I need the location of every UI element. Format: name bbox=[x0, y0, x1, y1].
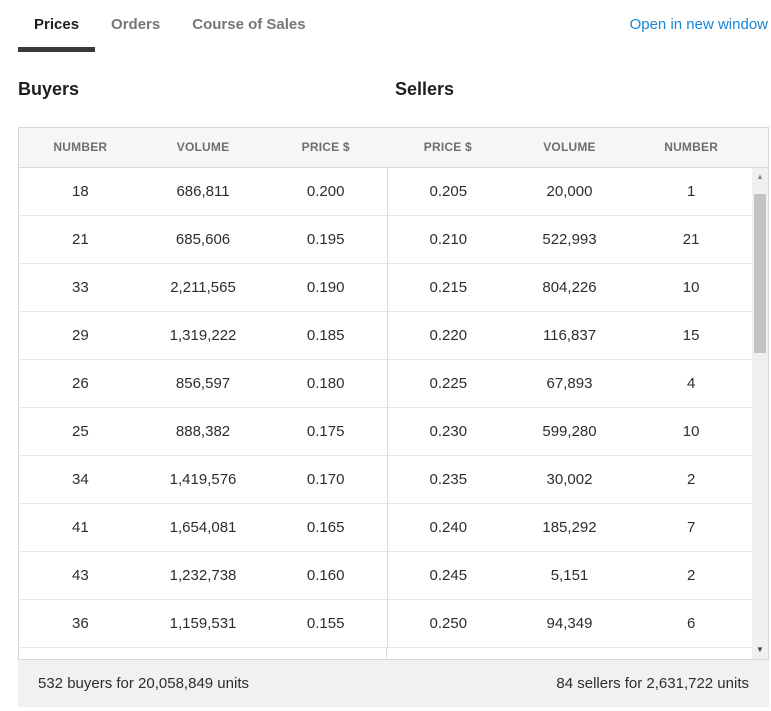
open-in-new-window-link[interactable]: Open in new window bbox=[630, 0, 768, 50]
buy-price-cell: 0.165 bbox=[264, 504, 387, 551]
sell-price-cell: 0.205 bbox=[387, 168, 509, 215]
buy-volume-cell: 1,654,081 bbox=[142, 504, 265, 551]
sell-number-cell: 2 bbox=[630, 456, 752, 503]
table-row: 26 856,597 0.180 0.225 67,893 4 bbox=[19, 360, 768, 408]
tab-orders[interactable]: Orders bbox=[95, 0, 176, 52]
buy-price-cell: 0.175 bbox=[264, 408, 387, 455]
buy-volume-cell: 1,419,576 bbox=[142, 456, 265, 503]
sell-volume-cell: 804,226 bbox=[509, 264, 631, 311]
tab-prices[interactable]: Prices bbox=[18, 0, 95, 52]
col-header-buy-number: NUMBER bbox=[19, 128, 142, 167]
sell-price-cell: 0.210 bbox=[387, 216, 509, 263]
market-depth-panel: Prices Orders Course of Sales Open in ne… bbox=[0, 0, 771, 711]
sellers-title: Sellers bbox=[395, 78, 454, 100]
sell-volume-cell: 67,893 bbox=[509, 360, 631, 407]
sell-number-cell: 6 bbox=[630, 600, 752, 647]
scrollbar-thumb[interactable] bbox=[754, 194, 766, 353]
buy-number-cell: 29 bbox=[19, 312, 142, 359]
col-header-sell-number: NUMBER bbox=[630, 128, 752, 167]
sell-volume-cell: 116,837 bbox=[509, 312, 631, 359]
scroll-up-icon[interactable]: ▲ bbox=[752, 169, 768, 185]
sell-price-cell: 0.220 bbox=[387, 312, 509, 359]
sell-price-cell: 0.230 bbox=[387, 408, 509, 455]
buy-volume-cell: 686,811 bbox=[142, 168, 265, 215]
col-header-buy-volume: VOLUME bbox=[142, 128, 265, 167]
tab-course-of-sales[interactable]: Course of Sales bbox=[176, 0, 321, 52]
sell-price-cell: 0.240 bbox=[387, 504, 509, 551]
table-row: 43 1,232,738 0.160 0.245 5,151 2 bbox=[19, 552, 768, 600]
buy-number-cell: 18 bbox=[19, 168, 142, 215]
sell-number-cell: 21 bbox=[630, 216, 752, 263]
sell-number-cell: 1 bbox=[630, 168, 752, 215]
sell-number-cell: 15 bbox=[630, 312, 752, 359]
buy-price-cell: 0.190 bbox=[264, 264, 387, 311]
table-row: 18 686,811 0.200 0.205 20,000 1 bbox=[19, 168, 768, 216]
buy-volume-cell: 1,232,738 bbox=[142, 552, 265, 599]
sell-price-cell: 0.245 bbox=[387, 552, 509, 599]
partial-row bbox=[19, 648, 768, 658]
table-header-row: NUMBER VOLUME PRICE $ PRICE $ VOLUME NUM… bbox=[19, 128, 768, 168]
sell-volume-cell: 20,000 bbox=[509, 168, 631, 215]
table-row: 34 1,419,576 0.170 0.235 30,002 2 bbox=[19, 456, 768, 504]
buy-number-cell: 25 bbox=[19, 408, 142, 455]
table-row: 41 1,654,081 0.165 0.240 185,292 7 bbox=[19, 504, 768, 552]
sell-number-cell: 4 bbox=[630, 360, 752, 407]
sell-volume-cell: 94,349 bbox=[509, 600, 631, 647]
sell-volume-cell: 185,292 bbox=[509, 504, 631, 551]
buy-volume-cell: 1,319,222 bbox=[142, 312, 265, 359]
summary-footer: 532 buyers for 20,058,849 units 84 selle… bbox=[18, 660, 769, 707]
buy-price-cell: 0.185 bbox=[264, 312, 387, 359]
buy-number-cell: 33 bbox=[19, 264, 142, 311]
table-row: 21 685,606 0.195 0.210 522,993 21 bbox=[19, 216, 768, 264]
sell-price-cell: 0.225 bbox=[387, 360, 509, 407]
buy-price-cell: 0.200 bbox=[264, 168, 387, 215]
table-row: 36 1,159,531 0.155 0.250 94,349 6 bbox=[19, 600, 768, 648]
buy-price-cell: 0.195 bbox=[264, 216, 387, 263]
buyers-title: Buyers bbox=[18, 78, 79, 100]
buy-volume-cell: 888,382 bbox=[142, 408, 265, 455]
buy-volume-cell: 2,211,565 bbox=[142, 264, 265, 311]
buy-number-cell: 43 bbox=[19, 552, 142, 599]
sell-volume-cell: 30,002 bbox=[509, 456, 631, 503]
sell-price-cell: 0.235 bbox=[387, 456, 509, 503]
partial-row-divider bbox=[19, 648, 387, 658]
buy-number-cell: 41 bbox=[19, 504, 142, 551]
sell-price-cell: 0.250 bbox=[387, 600, 509, 647]
sell-volume-cell: 5,151 bbox=[509, 552, 631, 599]
buy-price-cell: 0.180 bbox=[264, 360, 387, 407]
buy-number-cell: 26 bbox=[19, 360, 142, 407]
sell-number-cell: 7 bbox=[630, 504, 752, 551]
sell-price-cell: 0.215 bbox=[387, 264, 509, 311]
sell-number-cell: 10 bbox=[630, 264, 752, 311]
section-titles: Buyers Sellers bbox=[0, 78, 771, 102]
table-row: 29 1,319,222 0.185 0.220 116,837 15 bbox=[19, 312, 768, 360]
sell-volume-cell: 599,280 bbox=[509, 408, 631, 455]
buy-price-cell: 0.160 bbox=[264, 552, 387, 599]
tab-bar: Prices Orders Course of Sales Open in ne… bbox=[0, 0, 771, 52]
table-rows: 18 686,811 0.200 0.205 20,000 1 21 685,6… bbox=[19, 168, 768, 658]
table-row: 33 2,211,565 0.190 0.215 804,226 10 bbox=[19, 264, 768, 312]
market-depth-table: NUMBER VOLUME PRICE $ PRICE $ VOLUME NUM… bbox=[18, 127, 769, 660]
sell-number-cell: 2 bbox=[630, 552, 752, 599]
buy-volume-cell: 1,159,531 bbox=[142, 600, 265, 647]
sellers-summary: 84 sellers for 2,631,722 units bbox=[556, 675, 749, 692]
col-header-sell-price: PRICE $ bbox=[387, 128, 509, 167]
buy-price-cell: 0.170 bbox=[264, 456, 387, 503]
buy-number-cell: 36 bbox=[19, 600, 142, 647]
scroll-down-icon[interactable]: ▼ bbox=[752, 642, 768, 658]
buy-volume-cell: 856,597 bbox=[142, 360, 265, 407]
scrollbar[interactable]: ▲ ▼ bbox=[752, 168, 768, 659]
sell-volume-cell: 522,993 bbox=[509, 216, 631, 263]
table-row: 25 888,382 0.175 0.230 599,280 10 bbox=[19, 408, 768, 456]
col-header-sell-volume: VOLUME bbox=[509, 128, 631, 167]
col-header-buy-price: PRICE $ bbox=[264, 128, 387, 167]
buy-number-cell: 34 bbox=[19, 456, 142, 503]
sell-number-cell: 10 bbox=[630, 408, 752, 455]
buy-volume-cell: 685,606 bbox=[142, 216, 265, 263]
table-body: 18 686,811 0.200 0.205 20,000 1 21 685,6… bbox=[19, 168, 768, 659]
buy-number-cell: 21 bbox=[19, 216, 142, 263]
buyers-summary: 532 buyers for 20,058,849 units bbox=[38, 675, 249, 692]
buy-price-cell: 0.155 bbox=[264, 600, 387, 647]
